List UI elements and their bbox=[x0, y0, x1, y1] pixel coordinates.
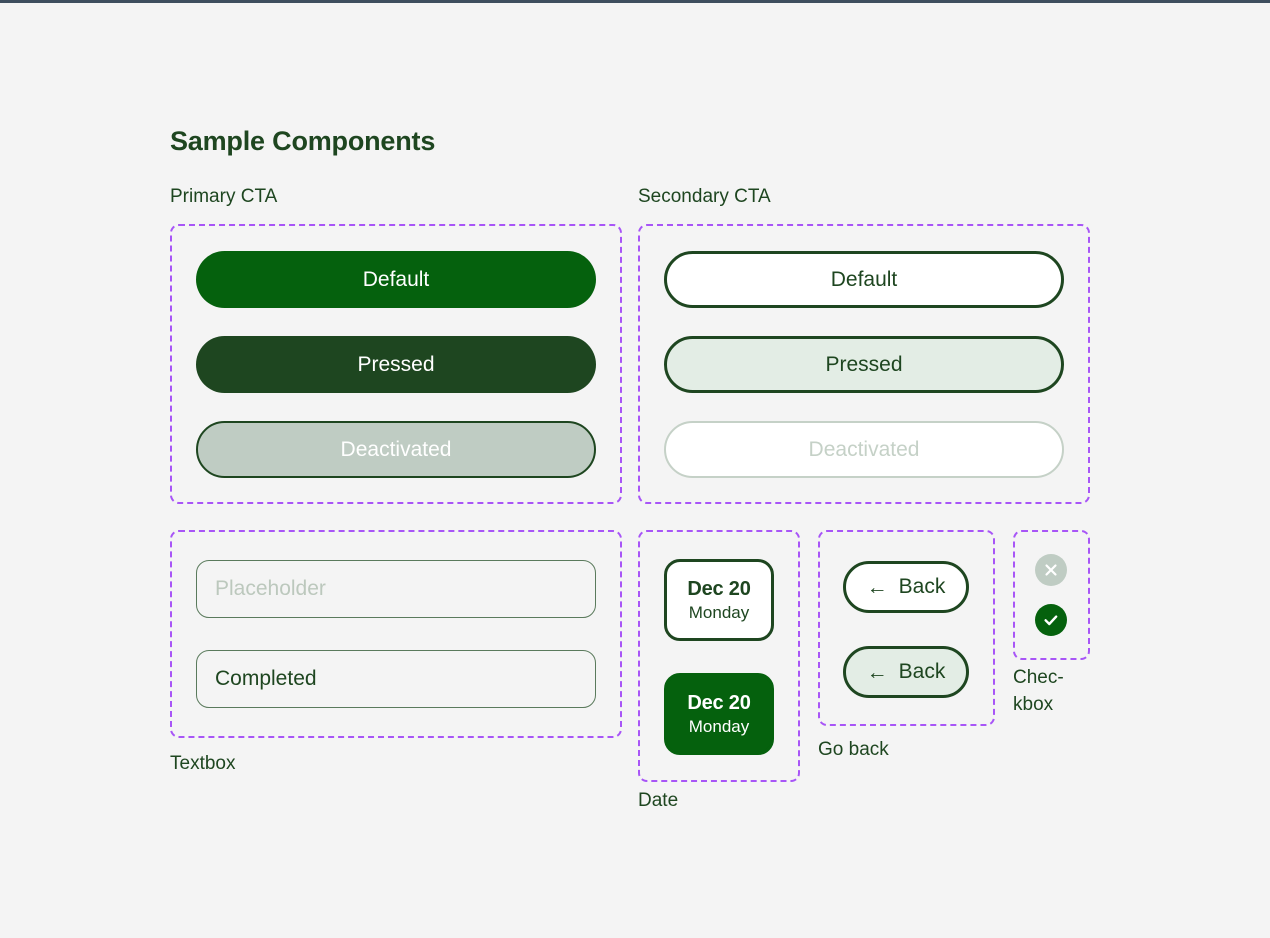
check-circle-icon[interactable] bbox=[1035, 604, 1067, 636]
group-label-primary-cta: Primary CTA bbox=[170, 186, 278, 207]
textbox-completed-input[interactable] bbox=[196, 650, 596, 708]
primary-cta-default-button[interactable]: Default bbox=[196, 251, 596, 308]
group-label-checkbox: Chec-kbox bbox=[1013, 667, 1064, 715]
components-canvas: Sample Components Primary CTA Default Pr… bbox=[0, 0, 1270, 938]
primary-cta-pressed-button[interactable]: Pressed bbox=[196, 336, 596, 393]
date-card-day: Dec 20 bbox=[687, 577, 751, 600]
date-card-day: Dec 20 bbox=[687, 691, 751, 714]
arrow-left-icon: ← bbox=[866, 660, 888, 684]
group-label-date: Date bbox=[638, 790, 679, 811]
go-back-pressed-button[interactable]: ← Back bbox=[843, 646, 969, 698]
arrow-left-icon: ← bbox=[866, 575, 888, 599]
date-card-default[interactable]: Dec 20 Monday bbox=[664, 559, 774, 641]
group-label-go-back: Go back bbox=[818, 739, 889, 760]
secondary-cta-default-button[interactable]: Default bbox=[664, 251, 1064, 308]
primary-cta-deactivated-button: Deactivated bbox=[196, 421, 596, 478]
secondary-cta-deactivated-button: Deactivated bbox=[664, 421, 1064, 478]
group-label-textbox: Textbox bbox=[170, 753, 236, 774]
close-circle-icon[interactable] bbox=[1035, 554, 1067, 586]
textbox-placeholder-input[interactable] bbox=[196, 560, 596, 618]
checkbox-region bbox=[1013, 530, 1090, 660]
date-card-weekday: Monday bbox=[688, 602, 750, 622]
secondary-cta-pressed-button[interactable]: Pressed bbox=[664, 336, 1064, 393]
date-card-weekday: Monday bbox=[688, 716, 750, 736]
date-card-selected[interactable]: Dec 20 Monday bbox=[664, 673, 774, 755]
go-back-button-label: Back bbox=[898, 660, 946, 683]
group-label-secondary-cta: Secondary CTA bbox=[638, 186, 771, 207]
go-back-default-button[interactable]: ← Back bbox=[843, 561, 969, 613]
page-title: Sample Components bbox=[170, 126, 436, 156]
go-back-button-label: Back bbox=[898, 575, 946, 598]
